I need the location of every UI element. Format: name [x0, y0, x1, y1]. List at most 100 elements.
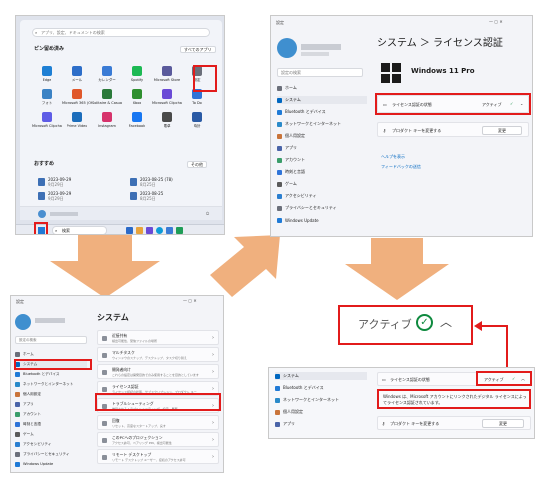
sidebar-item[interactable]: アクセシビリティ — [15, 440, 51, 448]
app-icon — [162, 112, 172, 122]
sidebar-item[interactable]: Bluetooth とデバイス — [275, 384, 324, 392]
avatar[interactable] — [38, 210, 46, 218]
sidebar-item[interactable]: システム — [277, 96, 367, 104]
start-search-input[interactable]: アプリ、設定、ドキュメントの検索 ⌕ — [32, 28, 210, 37]
sidebar-nav: システム Bluetooth とデバイスネットワークとインターネット個人用設定アプ… — [271, 372, 371, 438]
sidebar-item-label: 個人用設定 — [283, 409, 303, 414]
pinned-app[interactable]: Microsoft Clipchamp — [152, 89, 182, 106]
pinned-app[interactable]: 電卓 — [152, 112, 182, 129]
nav-icon — [277, 109, 282, 115]
teams-icon[interactable] — [146, 227, 153, 234]
system-item-title: リモート デスクトップ — [112, 452, 152, 457]
more-button[interactable]: その他 — [187, 161, 207, 168]
sidebar-item[interactable]: ネットワークとインターネット — [277, 120, 341, 128]
app-label: Microsoft Clipchamp — [152, 101, 182, 105]
pinned-app[interactable]: Facebook — [122, 112, 152, 129]
pinned-app[interactable]: Microsoft Store — [152, 66, 182, 83]
explorer-icon[interactable] — [136, 227, 143, 234]
file-icon — [38, 178, 45, 186]
system-item-row[interactable]: 回復 リセット、高度なスタートアップ、戻す › — [97, 415, 219, 430]
nav-icon — [15, 351, 20, 357]
sidebar-item[interactable]: 時刻と言語 — [15, 420, 41, 428]
sidebar-item[interactable]: システム — [275, 372, 367, 380]
nav-icon — [277, 169, 282, 175]
pinned-app[interactable]: フォト — [32, 89, 62, 106]
pinned-app[interactable]: Microsoft Clipchamp — [32, 112, 62, 129]
sidebar-item[interactable]: 個人用設定 — [275, 408, 303, 416]
edge-icon[interactable] — [156, 227, 163, 234]
nav-icon — [15, 461, 20, 467]
sidebar-item[interactable]: ゲーム — [15, 430, 34, 438]
system-item-row[interactable]: このPCへのプロジェクション アクセス許可、ペアリング PIN、検出可能性 › — [97, 432, 219, 447]
product-key-label: プロダクト キーを変更する — [390, 421, 440, 426]
page-heading: システム — [97, 313, 129, 322]
sidebar-item[interactable]: アクセシビリティ — [277, 192, 317, 200]
pinned-app[interactable]: Spotify — [122, 66, 152, 83]
app-icon — [132, 112, 142, 122]
mail-icon[interactable] — [166, 227, 173, 234]
sidebar-item[interactable]: 個人用設定 — [277, 132, 305, 140]
nav-icon — [15, 411, 20, 417]
system-item-row[interactable]: リモート デスクトップ リモート デスクトップ ユーザー、接続のアクセス許可 › — [97, 449, 219, 464]
sidebar-item[interactable]: アカウント — [15, 410, 41, 418]
pinned-app[interactable]: Instagram — [92, 112, 122, 129]
pinned-app[interactable]: Edge — [32, 66, 62, 83]
nav-icon — [277, 217, 282, 223]
app-label: Facebook — [128, 124, 146, 128]
system-item-row[interactable]: 近接共有 検出可能性、受信ファイルの場所 › — [97, 330, 219, 345]
pinned-app[interactable]: メール — [62, 66, 92, 83]
sidebar-item[interactable]: 時刻と言語 — [277, 168, 305, 176]
app-label: Prime Video — [66, 124, 88, 128]
taskview-icon[interactable] — [126, 227, 133, 234]
chevron-up-icon[interactable]: ︿ — [440, 315, 452, 329]
change-product-key-button[interactable]: 変更 — [482, 126, 522, 135]
power-icon[interactable]: ⏻ — [206, 211, 209, 216]
item-icon — [102, 336, 107, 341]
sidebar-nav: ホームシステム Bluetooth とデバイスネットワークとインターネット 個人用設… — [273, 84, 371, 234]
pinned-app[interactable]: カレンダー — [92, 66, 122, 83]
window-controls[interactable]: — ▢ ✕ — [183, 298, 197, 303]
window-controls[interactable]: — ▢ ✕ — [489, 19, 503, 24]
settings-search-input[interactable]: 設定の検索 — [15, 336, 87, 344]
sidebar-item[interactable]: Bluetooth とデバイス — [277, 108, 326, 116]
system-item-row[interactable]: マルチタスク ウィンドウのスナップ、デスクトップ、タスク切り替え › — [97, 347, 219, 362]
sidebar-item[interactable]: アプリ — [277, 144, 297, 152]
sidebar-item-label: アプリ — [23, 401, 34, 406]
sidebar-item[interactable]: アプリ — [275, 420, 295, 428]
chevron-right-icon: › — [212, 352, 214, 358]
edition-name: Windows 11 Pro — [411, 67, 475, 75]
search-icon: ⌕ — [35, 30, 38, 35]
app-icon — [42, 66, 52, 76]
pinned-app[interactable]: Solitaire & Casual Games — [92, 89, 122, 106]
sidebar-item[interactable]: アプリ — [15, 400, 34, 408]
sidebar-item[interactable]: アカウント — [277, 156, 305, 164]
help-link[interactable]: ヘルプを表示 — [381, 154, 405, 159]
change-product-key-button[interactable]: 変更 — [482, 419, 524, 428]
app-label: カレンダー — [98, 78, 116, 82]
all-apps-button[interactable]: すべてのアプリ — [180, 46, 216, 53]
sidebar-item[interactable]: ネットワークとインターネット — [275, 396, 339, 404]
sidebar-item[interactable]: Windows Update — [15, 460, 53, 468]
sidebar-item[interactable]: ゲーム — [277, 180, 297, 188]
sidebar-item-label: システム — [283, 373, 299, 378]
sidebar-item[interactable]: ホーム — [277, 84, 297, 92]
sidebar-item[interactable]: Bluetooth とデバイス — [15, 370, 59, 378]
sidebar-item[interactable]: ホーム — [15, 350, 34, 358]
sidebar-item[interactable]: プライバシーとセキュリティ — [15, 450, 69, 458]
sidebar-item[interactable]: プライバシーとセキュリティ — [277, 204, 337, 212]
feedback-link[interactable]: フィードバックの送信 — [381, 164, 421, 169]
store-icon[interactable] — [176, 227, 183, 234]
taskbar-search[interactable]: ⌕ 検索 — [52, 226, 107, 234]
system-item-row[interactable]: 開発者向け これらの設定は開発目的でのみ使用することを目的としています › — [97, 364, 219, 379]
pinned-app[interactable]: 時計 — [182, 112, 212, 129]
pinned-app[interactable]: Microsoft 365 (Office) — [62, 89, 92, 106]
window-title: 設定 — [276, 20, 284, 25]
sidebar-item[interactable]: 個人用設定 — [15, 390, 41, 398]
sidebar-item[interactable]: ネットワークとインターネット — [15, 380, 73, 388]
sidebar-item[interactable]: Windows Update — [277, 216, 319, 224]
settings-search-input[interactable]: 設定の検索 — [277, 68, 363, 77]
pinned-app[interactable]: Prime Video — [62, 112, 92, 129]
nav-icon — [275, 385, 280, 391]
pinned-app[interactable]: Xbox — [122, 89, 152, 106]
sidebar-item-label: ネットワークとインターネット — [23, 381, 74, 386]
